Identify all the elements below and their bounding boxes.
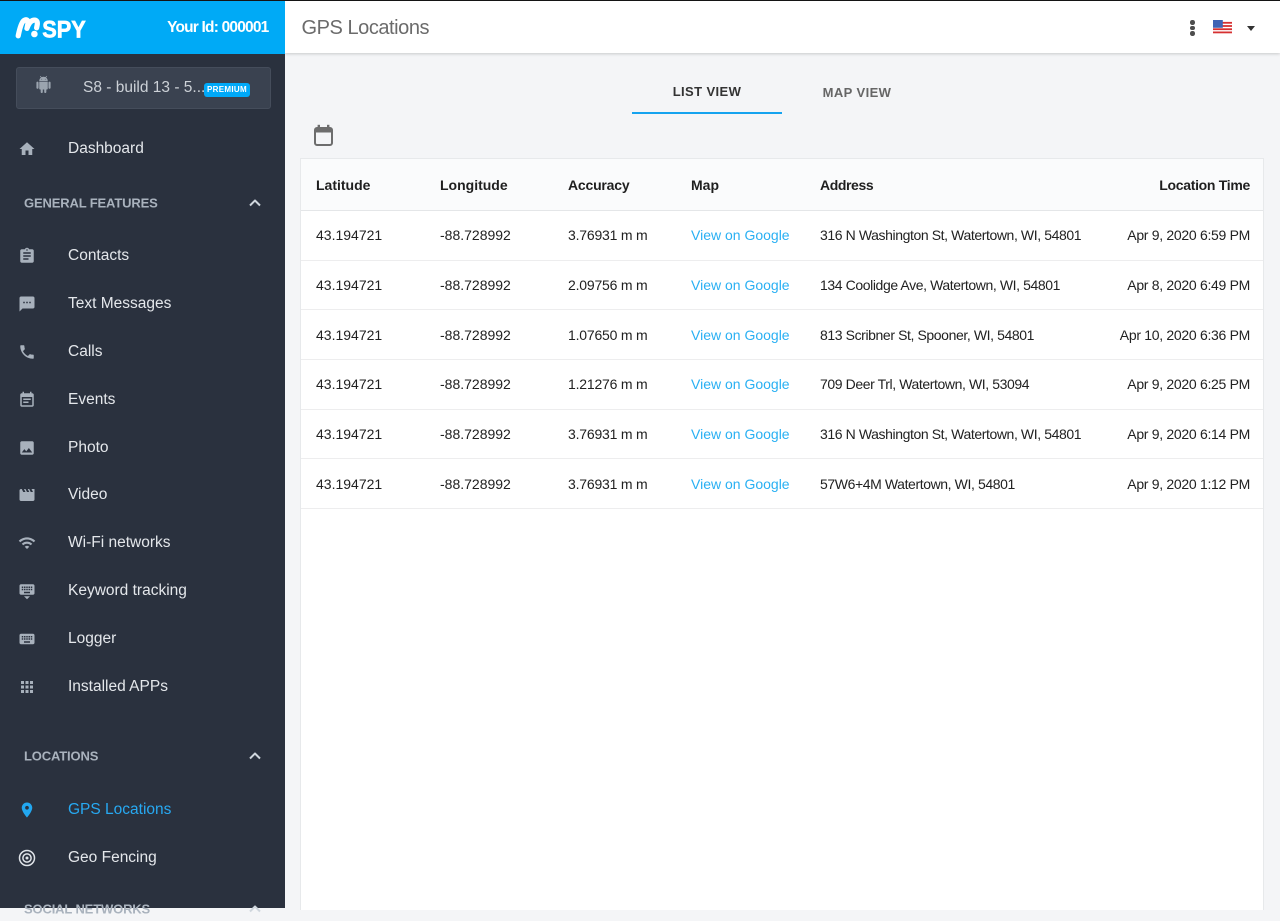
svg-text:SPY: SPY	[42, 16, 86, 40]
